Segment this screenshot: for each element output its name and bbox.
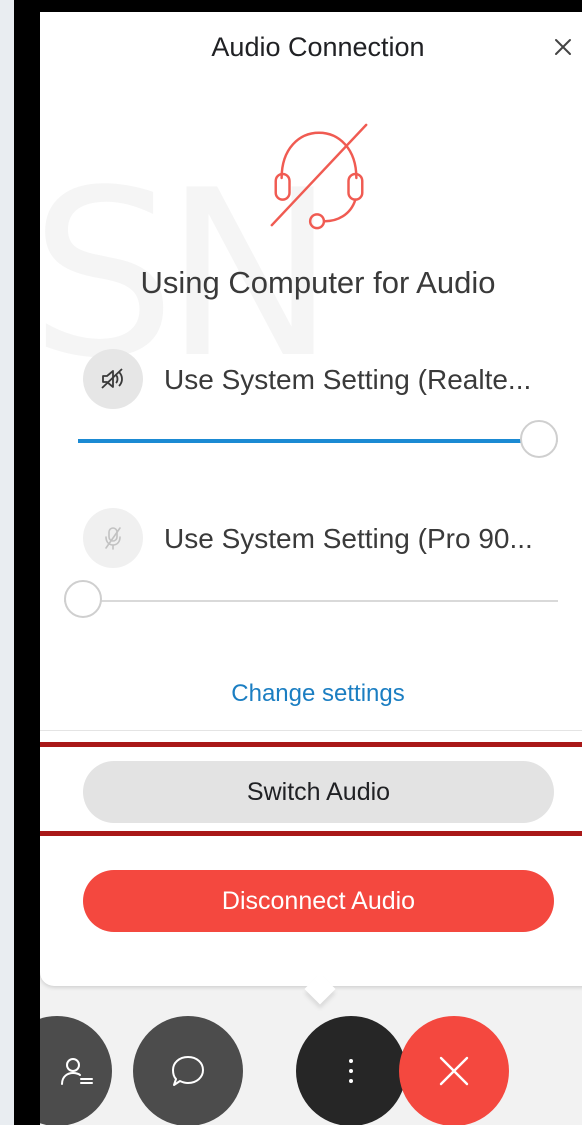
audio-connection-popover: SN Audio Connection Using Computer for A… [40,12,582,986]
speaker-mute-button[interactable] [83,349,143,409]
chat-button[interactable] [133,1016,243,1125]
microphone-volume-thumb[interactable] [64,580,102,618]
leave-meeting-icon [439,1056,469,1086]
speaker-volume-thumb[interactable] [520,420,558,458]
change-settings-link[interactable]: Change settings [40,680,582,708]
chat-icon [172,1056,204,1086]
more-options-icon [349,1059,353,1083]
audio-status-text: Using Computer for Audio [140,265,496,300]
switch-audio-button[interactable]: Switch Audio [83,761,554,823]
close-icon [555,39,571,55]
disconnect-audio-button[interactable]: Disconnect Audio [83,870,554,932]
close-button[interactable] [546,30,580,64]
meeting-panel: SN Audio Connection Using Computer for A… [40,12,582,1125]
screenshot-frame: SN Audio Connection Using Computer for A… [14,0,582,1125]
speaker-device-select[interactable]: Use System Setting (Realte... [164,364,574,396]
speaker-volume-fill [78,439,539,443]
participants-button[interactable] [40,1016,112,1125]
section-divider [40,730,582,731]
more-options-button[interactable] [296,1016,406,1125]
microphone-muted-icon [105,527,121,550]
dialog-title: Audio Connection [211,32,425,62]
microphone-volume-track [64,600,558,602]
speaker-volume-slider[interactable] [78,420,558,462]
speaker-muted-icon [101,368,123,389]
headset-muted-icon [270,123,368,230]
microphone-mute-button[interactable] [83,508,143,568]
leave-meeting-button[interactable] [399,1016,509,1125]
microphone-volume-slider[interactable] [64,580,558,622]
participants-icon [61,1058,93,1085]
microphone-device-select[interactable]: Use System Setting (Pro 90... [164,523,574,555]
